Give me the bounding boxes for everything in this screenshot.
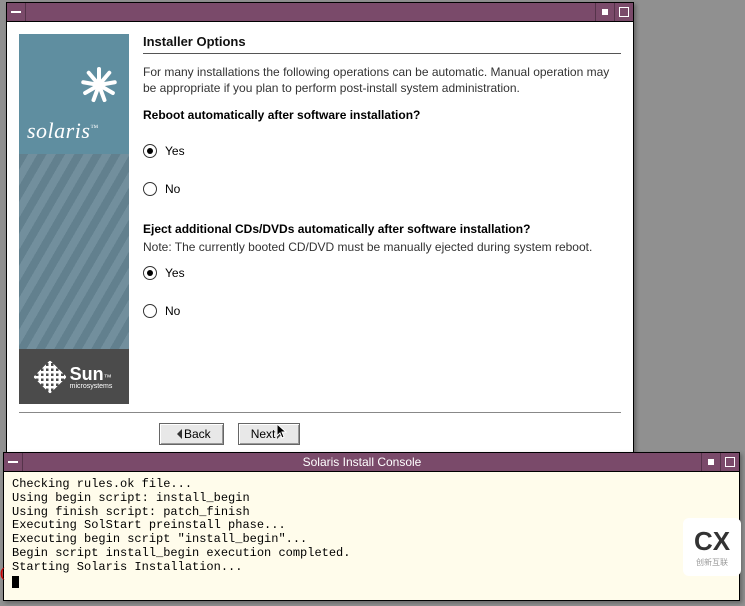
window-menu-button[interactable] <box>7 3 26 21</box>
installer-titlebar[interactable] <box>7 3 633 22</box>
maximize-button[interactable] <box>614 3 633 21</box>
main-panel: Installer Options For many installations… <box>143 34 621 404</box>
console-line: Starting Solaris Installation... <box>12 560 242 574</box>
cursor-icon <box>277 424 289 440</box>
option-label: Yes <box>165 266 185 280</box>
option-label: No <box>165 182 180 196</box>
sun-logo: Sun™ microsystems <box>19 349 129 404</box>
radio-icon <box>143 144 157 158</box>
console-line: Executing SolStart preinstall phase... <box>12 518 286 532</box>
maximize-button[interactable] <box>720 453 739 471</box>
console-line: Executing begin script "install_begin"..… <box>12 532 307 546</box>
watermark: CX 创新互联 <box>683 518 741 576</box>
console-line: Checking rules.ok file... <box>12 477 192 491</box>
solaris-logo: solaris <box>19 34 129 154</box>
console-line: Using begin script: install_begin <box>12 491 250 505</box>
reboot-option-no[interactable]: No <box>143 182 621 196</box>
console-titlebar[interactable]: Solaris Install Console <box>4 453 739 472</box>
next-button[interactable]: Next <box>238 423 301 445</box>
window-menu-button[interactable] <box>4 453 23 471</box>
decoration: ( <box>0 566 5 582</box>
radio-icon <box>143 304 157 318</box>
option-label: No <box>165 304 180 318</box>
text-cursor <box>12 576 19 588</box>
radio-icon <box>143 266 157 280</box>
eject-option-yes[interactable]: Yes <box>143 266 621 280</box>
console-window: Solaris Install Console Checking rules.o… <box>3 452 740 601</box>
minimize-button[interactable] <box>595 3 614 21</box>
eject-option-no[interactable]: No <box>143 304 621 318</box>
installer-window: solaris Sun™ microsystems Installer Opti… <box>6 2 634 462</box>
installer-body: solaris Sun™ microsystems Installer Opti… <box>7 22 633 461</box>
console-output: Checking rules.ok file... Using begin sc… <box>4 472 739 600</box>
button-bar: Back Next <box>19 412 621 449</box>
console-line: Begin script install_begin execution com… <box>12 546 350 560</box>
brand-sidebar: solaris Sun™ microsystems <box>19 34 129 404</box>
radio-icon <box>143 182 157 196</box>
back-button[interactable]: Back <box>159 423 224 445</box>
option-label: Yes <box>165 144 185 158</box>
solaris-text: solaris <box>27 118 121 144</box>
page-heading: Installer Options <box>143 34 621 54</box>
decorative-pattern <box>19 154 129 349</box>
sun-icon <box>33 360 67 394</box>
minimize-button[interactable] <box>701 453 720 471</box>
console-title: Solaris Install Console <box>23 455 701 469</box>
eject-question: Eject additional CDs/DVDs automatically … <box>143 222 621 236</box>
console-line: Using finish script: patch_finish <box>12 505 250 519</box>
reboot-option-yes[interactable]: Yes <box>143 144 621 158</box>
intro-text: For many installations the following ope… <box>143 64 621 96</box>
eject-note: Note: The currently booted CD/DVD must b… <box>143 240 621 256</box>
reboot-question: Reboot automatically after software inst… <box>143 108 621 122</box>
